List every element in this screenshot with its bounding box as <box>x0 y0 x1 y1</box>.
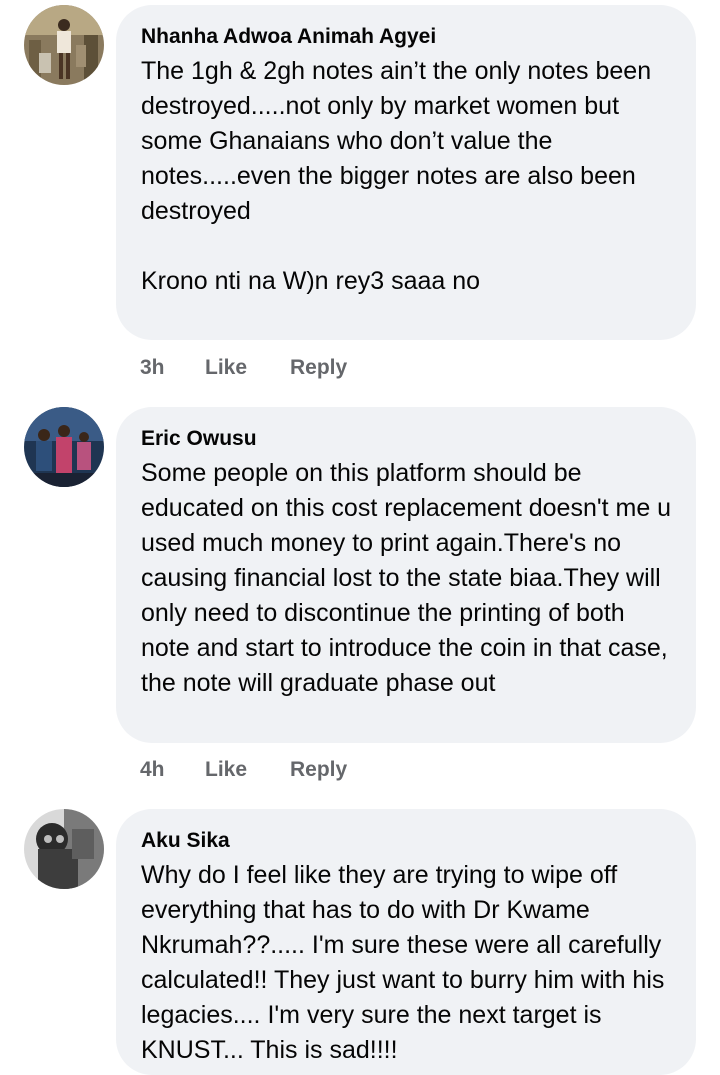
comment-bubble: Nhanha Adwoa Animah Agyei The 1gh & 2gh … <box>116 5 696 340</box>
comment-timestamp[interactable]: 3h <box>140 356 205 380</box>
comment-actions: 4h Like Reply <box>140 755 347 785</box>
comment-text: Why do I feel like they are trying to wi… <box>141 861 665 1064</box>
avatar[interactable] <box>24 5 104 85</box>
comment-actions: 3h Like Reply <box>140 353 347 383</box>
comment-author[interactable]: Eric Owusu <box>141 425 672 452</box>
like-button[interactable]: Like <box>205 356 290 380</box>
comment-timestamp[interactable]: 4h <box>140 758 205 782</box>
reply-button[interactable]: Reply <box>290 356 347 380</box>
comment-text: The 1gh & 2gh notes ain’t the only notes… <box>141 57 652 295</box>
like-button[interactable]: Like <box>205 758 290 782</box>
avatar[interactable] <box>24 809 104 889</box>
comment-author[interactable]: Aku Sika <box>141 827 672 854</box>
comment-bubble: Eric Owusu Some people on this platform … <box>116 407 696 743</box>
comment-bubble: Aku Sika Why do I feel like they are try… <box>116 809 696 1075</box>
comment-text: Some people on this platform should be e… <box>141 459 672 697</box>
reply-button[interactable]: Reply <box>290 758 347 782</box>
comment-author[interactable]: Nhanha Adwoa Animah Agyei <box>141 23 672 50</box>
avatar[interactable] <box>24 407 104 487</box>
